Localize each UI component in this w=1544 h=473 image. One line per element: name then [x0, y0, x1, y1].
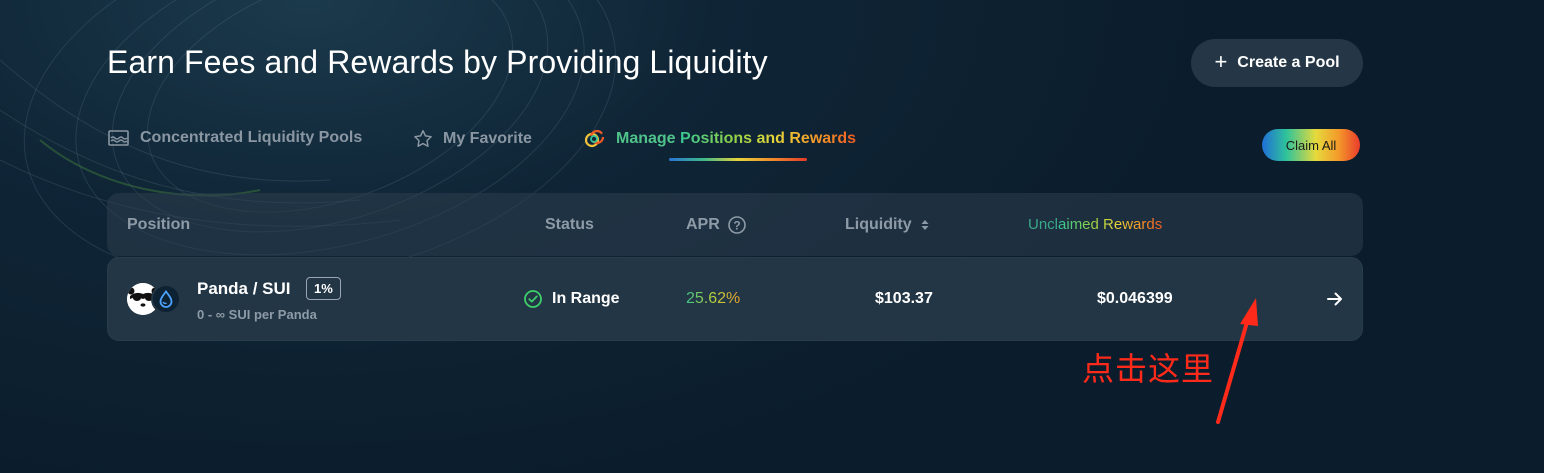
liquidity-value: $103.37 [875, 290, 933, 307]
check-circle-icon [524, 290, 542, 308]
status-text: In Range [552, 290, 620, 307]
token-pair-icons [127, 283, 183, 315]
tab-label: Manage Positions and Rewards [616, 130, 857, 147]
header-status: Status [545, 215, 594, 233]
apr-value: 25.62% [686, 290, 741, 307]
active-tab-indicator [669, 158, 807, 161]
tab-label: Concentrated Liquidity Pools [140, 129, 363, 146]
unclaimed-rewards-value: $0.046399 [1097, 290, 1173, 307]
annotation-text: 点击这里 [1082, 350, 1215, 388]
status-cell: In Range [523, 289, 620, 309]
header-liquidity[interactable]: Liquidity [845, 193, 931, 256]
arrow-right-icon[interactable] [1323, 287, 1347, 311]
tab-concentrated-liquidity-pools[interactable]: Concentrated Liquidity Pools [107, 128, 362, 148]
star-icon [414, 130, 432, 147]
header-liquidity-label: Liquidity [845, 215, 912, 233]
create-pool-label: Create a Pool [1237, 54, 1340, 71]
header-apr-label: APR [686, 215, 720, 233]
pool-icon [108, 130, 129, 146]
header-unclaimed-rewards: Unclaimed Rewards [1028, 216, 1163, 233]
price-range: 0 - ∞ SUI per Panda [197, 307, 317, 322]
svg-text:?: ? [733, 218, 740, 232]
help-icon[interactable]: ? [727, 215, 747, 235]
tab-label: My Favorite [443, 130, 532, 147]
sort-icon[interactable] [919, 217, 931, 233]
claim-all-button[interactable]: Claim All [1262, 129, 1360, 161]
tab-manage-positions[interactable]: Manage Positions and Rewards [583, 128, 856, 150]
tab-my-favorite[interactable]: My Favorite [412, 128, 532, 150]
plus-icon: + [1214, 49, 1228, 74]
create-pool-button[interactable]: + Create a Pool [1191, 39, 1363, 87]
header-apr: APR ? [686, 193, 747, 256]
fee-tier-badge: 1% [306, 277, 341, 300]
sui-token-icon [151, 284, 181, 314]
position-row[interactable]: Panda / SUI 1% 0 - ∞ SUI per Panda In Ra… [107, 257, 1363, 341]
page-title: Earn Fees and Rewards by Providing Liqui… [107, 44, 768, 80]
annotation-arrow-icon [1216, 298, 1258, 424]
table-header: Position Status APR ? Liquidity Unclaime… [107, 193, 1363, 256]
rings-icon [584, 129, 605, 148]
header-position: Position [127, 215, 191, 233]
pair-name: Panda / SUI [197, 279, 291, 298]
